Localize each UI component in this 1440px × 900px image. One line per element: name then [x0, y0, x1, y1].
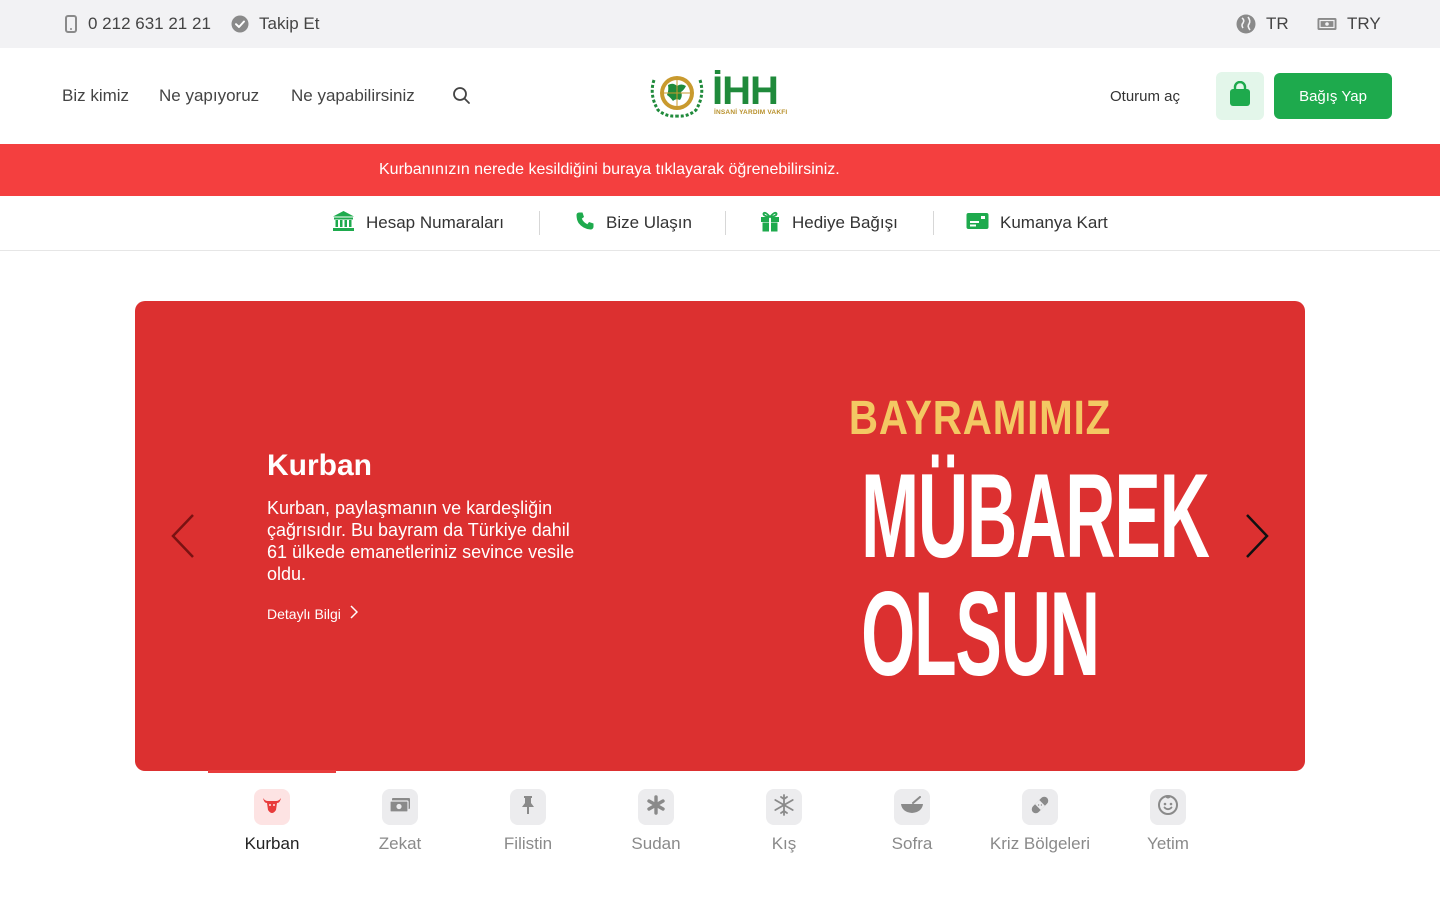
- donate-button[interactable]: Bağış Yap: [1274, 73, 1392, 119]
- globe-icon: [1236, 14, 1256, 34]
- snowflake-icon: [773, 793, 795, 821]
- category-label: Kış: [771, 834, 797, 853]
- tab-indicator: [976, 770, 1104, 773]
- category-tab-yetim[interactable]: Yetim: [1104, 770, 1232, 870]
- banknote-icon: [1317, 17, 1337, 31]
- quick-link-divider: [539, 211, 540, 235]
- pin-icon: [521, 795, 535, 820]
- slider-prev-button[interactable]: [169, 513, 199, 559]
- chevron-left-icon: [169, 514, 199, 563]
- quick-links-bar: Hesap Numaraları Bize Ulaşın Hediye Bağı…: [0, 196, 1440, 251]
- category-tile: [382, 789, 418, 825]
- bank-icon: [332, 210, 355, 237]
- category-label: Filistin: [503, 834, 553, 853]
- quick-link-label: Bize Ulaşın: [606, 213, 692, 232]
- artwork-line-2: MÜBAREK: [861, 449, 1210, 583]
- category-tile: [1022, 789, 1058, 825]
- child-face-icon: [1157, 794, 1179, 821]
- shopping-bag-icon: [1228, 80, 1252, 112]
- category-tab-kurban[interactable]: Kurban: [208, 770, 336, 870]
- logo-subtitle: İNSANİ YARDIM VAKFI: [714, 109, 788, 116]
- hero-description: Kurban, paylaşmanın ve kardeşliğin çağrı…: [267, 498, 575, 584]
- bowl-icon: [900, 795, 924, 819]
- tab-indicator: [1104, 770, 1232, 773]
- category-tab-kriz-bolgeleri[interactable]: Kriz Bölgeleri: [976, 770, 1104, 870]
- quick-link-contact[interactable]: Bize Ulaşın: [575, 196, 692, 250]
- category-tab-zekat[interactable]: Zekat: [336, 770, 464, 870]
- logo-wordmark: İHH: [712, 69, 779, 113]
- quick-link-food-card[interactable]: Kumanya Kart: [966, 196, 1108, 250]
- notice-banner[interactable]: Kurbanınızın nerede kesildiğini buraya t…: [0, 144, 1440, 196]
- phone-link[interactable]: 0 212 631 21 21: [64, 0, 211, 48]
- category-tabs: Kurban Zekat Filistin Sudan Kış Sofra Kr…: [208, 770, 1232, 880]
- quick-link-account-numbers[interactable]: Hesap Numaraları: [332, 196, 504, 250]
- chevron-right-icon: [350, 605, 358, 622]
- hero-slider: Kurban Kurban, paylaşmanın ve kardeşliği…: [135, 301, 1305, 771]
- category-label: Sudan: [631, 834, 681, 853]
- category-tile: [766, 789, 802, 825]
- top-utility-bar: 0 212 631 21 21 Takip Et TR TRY: [0, 0, 1440, 48]
- hero-banner-artwork: BAYRAMIMIZ MÜBAREK OLSUN: [775, 391, 1210, 701]
- nav-what-we-do[interactable]: Ne yapıyoruz: [159, 48, 259, 144]
- category-tile: [1150, 789, 1186, 825]
- artwork-line-3: OLSUN: [861, 567, 1100, 701]
- category-tile: [638, 789, 674, 825]
- asterisk-icon: [646, 794, 666, 820]
- nav-about[interactable]: Biz kimiz: [62, 48, 129, 144]
- money-icon: [389, 797, 411, 818]
- category-label: Kurban: [244, 834, 300, 853]
- tab-indicator: [848, 770, 976, 773]
- category-tab-kis[interactable]: Kış: [720, 770, 848, 870]
- bandage-icon: [1029, 794, 1051, 821]
- quick-link-divider: [933, 211, 934, 235]
- currency-selector[interactable]: TRY: [1317, 0, 1381, 48]
- login-link[interactable]: Oturum aç: [1110, 48, 1180, 144]
- tab-indicator: [464, 770, 592, 773]
- category-tab-filistin[interactable]: Filistin: [464, 770, 592, 870]
- hero-link-label: Detaylı Bilgi: [267, 605, 341, 622]
- category-tile: [510, 789, 546, 825]
- quick-link-label: Hediye Bağışı: [792, 213, 898, 232]
- cart-button[interactable]: [1216, 72, 1264, 120]
- nav-what-you-can-do[interactable]: Ne yapabilirsiniz: [291, 48, 415, 144]
- category-tab-sofra[interactable]: Sofra: [848, 770, 976, 870]
- tab-indicator: [720, 770, 848, 773]
- category-tab-sudan[interactable]: Sudan: [592, 770, 720, 870]
- quick-link-label: Kumanya Kart: [1000, 213, 1108, 232]
- cow-icon: [262, 796, 282, 819]
- currency-code: TRY: [1347, 14, 1381, 33]
- follow-link[interactable]: Takip Et: [231, 0, 319, 48]
- category-label: Zekat: [378, 834, 422, 853]
- mobile-phone-icon: [64, 15, 78, 33]
- search-button[interactable]: [450, 84, 474, 108]
- category-tile: [254, 789, 290, 825]
- artwork-line-1: BAYRAMIMIZ: [848, 392, 1112, 445]
- quick-link-divider: [725, 211, 726, 235]
- search-icon: [450, 87, 474, 112]
- notice-text: Kurbanınızın nerede kesildiğini buraya t…: [379, 161, 840, 178]
- hero-details-link[interactable]: Detaylı Bilgi: [267, 605, 358, 622]
- ihh-logo[interactable]: İHH İNSANİ YARDIM VAKFI: [646, 70, 796, 122]
- category-label: Kriz Bölgeleri: [989, 834, 1091, 853]
- check-circle-icon: [231, 15, 249, 33]
- slider-next-button[interactable]: [1241, 513, 1271, 559]
- quick-link-gift-donation[interactable]: Hediye Bağışı: [759, 196, 898, 250]
- category-label: Yetim: [1147, 834, 1189, 853]
- category-label: Sofra: [891, 834, 933, 853]
- follow-label: Takip Et: [259, 14, 320, 33]
- hero-title: Kurban: [267, 449, 372, 482]
- card-icon: [966, 212, 989, 235]
- tab-indicator: [336, 770, 464, 773]
- language-selector[interactable]: TR: [1236, 0, 1289, 48]
- active-indicator: [208, 770, 336, 773]
- quick-link-label: Hesap Numaraları: [366, 213, 504, 232]
- globe-wreath-icon: [646, 76, 708, 124]
- phone-number: 0 212 631 21 21: [88, 14, 211, 33]
- language-code: TR: [1266, 14, 1289, 33]
- gift-icon: [759, 210, 781, 237]
- chevron-right-icon: [1241, 514, 1271, 563]
- tab-indicator: [592, 770, 720, 773]
- phone-icon: [575, 211, 595, 236]
- category-tile: [894, 789, 930, 825]
